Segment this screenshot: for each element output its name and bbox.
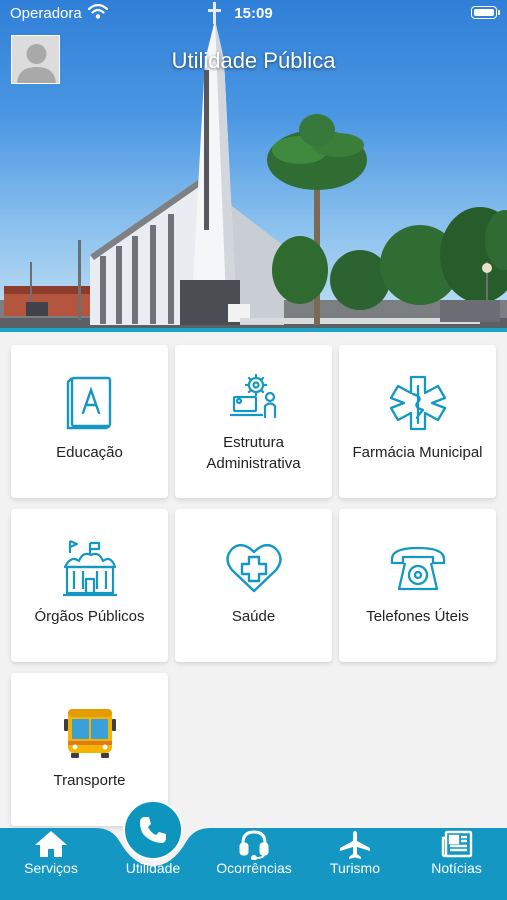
tile-orgaos-publicos[interactable]: Órgãos Públicos (11, 509, 168, 662)
admin-structure-icon (175, 373, 332, 419)
hero-banner: Operadora 15:09 Utilidade Pública (0, 0, 507, 332)
page-title: Utilidade Pública (171, 48, 336, 73)
tile-label: Saúde (231, 608, 276, 625)
tile-estrutura-administrativa[interactable]: Estrutura Administrativa (175, 345, 332, 498)
tile-label: Farmácia Municipal (352, 444, 483, 461)
tile-label: Telefones Úteis (366, 608, 469, 625)
telephone-icon (339, 545, 496, 593)
tab-label: Utilidade (125, 860, 181, 876)
newspaper-icon (406, 830, 507, 858)
tile-label: Estrutura Administrativa (206, 434, 301, 472)
headset-icon (204, 830, 304, 860)
tab-label: Serviços (24, 860, 78, 876)
utilidade-center-button[interactable] (123, 800, 183, 860)
clock: 15:09 (234, 5, 273, 22)
book-icon (11, 375, 168, 431)
tile-telefones-uteis[interactable]: Telefones Úteis (339, 509, 496, 662)
tab-ocorrencias[interactable]: Ocorrências (204, 828, 304, 900)
heart-health-icon (175, 542, 332, 594)
tile-educacao[interactable]: Educação (11, 345, 168, 498)
phone-icon (140, 817, 166, 843)
tab-label: Ocorrências (216, 860, 292, 876)
airplane-icon (304, 830, 406, 860)
pharmacy-icon (339, 374, 496, 432)
tab-label: Turismo (329, 860, 381, 876)
bus-icon (11, 707, 168, 759)
tab-turismo[interactable]: Turismo (304, 828, 406, 900)
battery-icon (471, 6, 500, 19)
tab-noticias[interactable]: Notícias (406, 828, 507, 900)
bottom-tab-bar: Serviços Utilidade Ocorrências Turismo N… (0, 828, 507, 900)
tile-saude[interactable]: Saúde (175, 509, 332, 662)
tile-farmacia-municipal[interactable]: Farmácia Municipal (339, 345, 496, 498)
tab-servicos[interactable]: Serviços (0, 828, 102, 900)
public-building-icon (11, 539, 168, 597)
tab-label: Notícias (431, 860, 482, 876)
tile-label: Educação (56, 444, 123, 461)
home-icon (0, 830, 102, 858)
tile-label: Transporte (53, 772, 126, 789)
tile-label: Órgãos Públicos (34, 608, 145, 625)
status-bar: Operadora 15:09 (0, 0, 507, 28)
